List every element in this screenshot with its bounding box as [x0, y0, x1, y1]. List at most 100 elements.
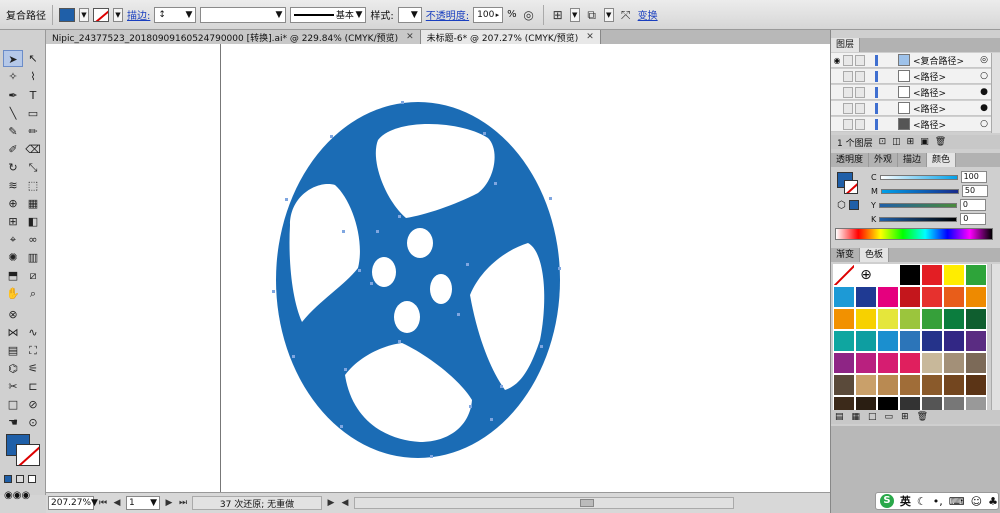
color-swatch[interactable] [833, 308, 855, 330]
tab-transparency[interactable]: 透明度 [831, 153, 870, 167]
color-swatch[interactable] [965, 286, 987, 308]
color-swatch[interactable] [899, 352, 921, 374]
color-swatch[interactable] [921, 330, 943, 352]
color-swatch[interactable] [855, 308, 877, 330]
user-icon[interactable]: ☺ [971, 495, 982, 508]
prev-page-icon[interactable]: ◀ [112, 495, 122, 511]
yellow-slider[interactable] [878, 202, 957, 208]
none-swatch[interactable] [833, 264, 855, 286]
color-swatch[interactable] [899, 374, 921, 396]
color-swatch[interactable] [877, 264, 899, 286]
last-page-icon[interactable]: ⏭ [178, 495, 188, 511]
lock-toggle[interactable] [855, 86, 865, 98]
black-slider[interactable] [879, 216, 958, 222]
page-select[interactable]: 1 ▼ [126, 496, 160, 510]
new-color-group-icon[interactable]: ▭ [885, 412, 894, 422]
color-swatch[interactable] [877, 308, 899, 330]
color-swatch[interactable] [833, 352, 855, 374]
tab-color[interactable]: 颜色 [927, 153, 957, 167]
tab-gradient[interactable]: 渐变 [831, 248, 861, 262]
layer-row[interactable]: <路径> ○ [831, 69, 991, 84]
moon-icon[interactable]: ☾ [917, 495, 927, 508]
color-swatch[interactable] [921, 286, 943, 308]
layer-row[interactable]: <路径> ● [831, 85, 991, 100]
color-swatch[interactable] [965, 308, 987, 330]
color-stroke-swatch[interactable] [844, 180, 858, 194]
scrollbar-thumb[interactable] [580, 499, 594, 507]
ime-toolbar[interactable]: S 英 ☾ •, ⌨ ☺ ♣ [875, 492, 999, 510]
lock-toggle[interactable] [843, 118, 853, 130]
color-swatch[interactable] [943, 330, 965, 352]
locate-object-icon[interactable]: ⊡ [879, 137, 887, 147]
layer-row[interactable]: ◉ <复合路径> ◎ [831, 53, 991, 68]
target-icon[interactable]: ○ [977, 71, 991, 81]
lock-toggle[interactable] [843, 86, 853, 98]
color-swatch[interactable] [921, 374, 943, 396]
color-swatch[interactable] [965, 330, 987, 352]
next-page-icon[interactable]: ▶ [164, 495, 174, 511]
skin-icon[interactable]: ♣ [988, 495, 998, 508]
color-swatch[interactable] [921, 352, 943, 374]
keyboard-icon[interactable]: ⌨ [949, 495, 965, 508]
color-swatch[interactable] [833, 330, 855, 352]
make-clip-mask-icon[interactable]: ◫ [892, 137, 901, 147]
color-swatch[interactable] [943, 286, 965, 308]
delete-swatch-icon[interactable]: 🗑 [917, 412, 928, 422]
magenta-slider[interactable] [880, 188, 959, 194]
lock-toggle[interactable] [843, 102, 853, 114]
show-kinds-icon[interactable]: ▦ [852, 412, 861, 422]
ime-language-label[interactable]: 英 [900, 493, 911, 509]
color-swatch[interactable] [899, 308, 921, 330]
layers-scrollbar[interactable] [991, 53, 1000, 133]
swatch-library-icon[interactable]: ▤ [835, 412, 844, 422]
color-swatch[interactable] [877, 374, 899, 396]
lock-toggle[interactable] [843, 54, 853, 66]
target-icon[interactable]: ◎ [977, 55, 991, 65]
new-swatch-icon[interactable]: ⊞ [901, 412, 909, 422]
color-swatch[interactable] [921, 264, 943, 286]
delete-layer-icon[interactable]: 🗑 [935, 137, 946, 147]
zoom-select[interactable]: 207.27% ▼ [48, 496, 98, 510]
lock-toggle[interactable] [855, 70, 865, 82]
target-icon[interactable]: ● [977, 103, 991, 113]
magenta-input[interactable]: 50 [961, 185, 988, 197]
cyan-slider[interactable] [879, 174, 958, 180]
color-swatch[interactable] [855, 330, 877, 352]
lock-toggle[interactable] [855, 54, 865, 66]
color-swatch[interactable] [943, 374, 965, 396]
color-spectrum-bar[interactable] [835, 228, 993, 240]
cyan-input[interactable]: 100 [960, 171, 987, 183]
target-icon[interactable]: ● [977, 87, 991, 97]
status-menu-arrow[interactable]: ▶ [326, 495, 336, 511]
color-swatch[interactable] [855, 352, 877, 374]
color-swatch[interactable] [965, 374, 987, 396]
black-input[interactable]: 0 [960, 213, 987, 225]
yellow-input[interactable]: 0 [959, 199, 986, 211]
lock-toggle[interactable] [855, 118, 865, 130]
color-swatch[interactable] [833, 374, 855, 396]
color-swatch[interactable] [943, 352, 965, 374]
punctuation-icon[interactable]: •, [933, 495, 943, 508]
swatch-options-icon[interactable]: □ [868, 412, 877, 422]
layer-row[interactable]: <路径> ● [831, 101, 991, 116]
lock-toggle[interactable] [843, 70, 853, 82]
lock-toggle[interactable] [855, 102, 865, 114]
color-swatch[interactable] [943, 264, 965, 286]
color-swatch[interactable] [877, 286, 899, 308]
horizontal-scrollbar[interactable] [354, 497, 734, 509]
color-swatch[interactable] [899, 286, 921, 308]
tab-appearance[interactable]: 外观 [869, 153, 899, 167]
eye-icon[interactable]: ◉ [831, 56, 843, 65]
color-swatch[interactable] [943, 308, 965, 330]
registration-swatch[interactable]: ⊕ [855, 264, 877, 286]
target-icon[interactable]: ○ [977, 119, 991, 129]
new-layer-icon[interactable]: ▣ [920, 137, 929, 147]
color-swatch[interactable] [877, 330, 899, 352]
color-swatch[interactable] [855, 374, 877, 396]
scroll-left-arrow[interactable]: ◀ [340, 495, 350, 511]
color-swatch[interactable] [899, 330, 921, 352]
last-color-swatch[interactable] [849, 200, 859, 210]
tab-stroke[interactable]: 描边 [898, 153, 928, 167]
swatches-scrollbar[interactable] [991, 264, 1000, 414]
color-swatch[interactable] [899, 264, 921, 286]
